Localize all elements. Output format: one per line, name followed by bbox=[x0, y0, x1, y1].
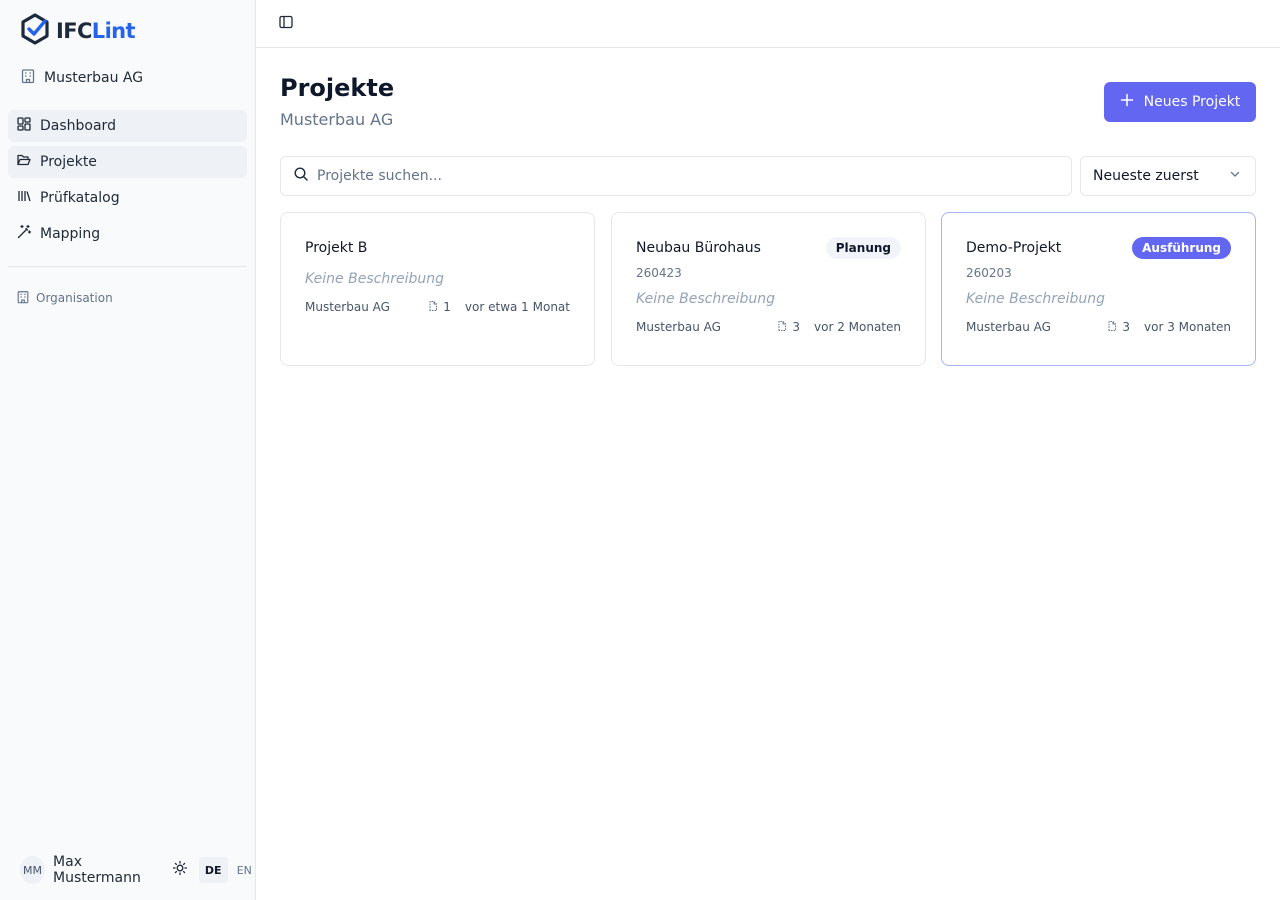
search-input[interactable] bbox=[317, 158, 1071, 194]
plus-icon bbox=[1120, 93, 1134, 111]
search-box bbox=[280, 156, 1072, 196]
project-name: Demo-Projekt bbox=[966, 240, 1062, 256]
logo-text: IFCLint bbox=[56, 19, 136, 43]
new-project-button[interactable]: Neues Projekt bbox=[1104, 82, 1256, 122]
sidebar-item-mapping[interactable]: Mapping bbox=[8, 218, 247, 250]
card-header: Projekt B bbox=[305, 237, 570, 259]
file-model-icon bbox=[427, 300, 439, 315]
sort-selected-value: Neueste zuerst bbox=[1093, 168, 1199, 184]
card-footer: Musterbau AG 3 vor 3 Monaten bbox=[966, 319, 1231, 335]
project-org: Musterbau AG bbox=[966, 320, 1051, 334]
status-badge: Planung bbox=[825, 237, 901, 259]
language-en-button[interactable]: EN bbox=[234, 857, 255, 883]
file-model-icon bbox=[1106, 320, 1118, 335]
sidebar-item-label: Dashboard bbox=[40, 118, 116, 134]
sidebar-item-label: Prüfkatalog bbox=[40, 190, 120, 206]
status-badge: Ausführung bbox=[1132, 237, 1231, 259]
dashboard-icon bbox=[16, 116, 32, 136]
sidebar-toggle-button[interactable] bbox=[276, 12, 296, 36]
file-model-icon bbox=[776, 320, 788, 335]
project-description: Keine Beschreibung bbox=[636, 291, 775, 307]
card-footer: Musterbau AG 3 vor 2 Monaten bbox=[636, 319, 901, 335]
updated-time: vor 3 Monaten bbox=[1144, 320, 1231, 334]
project-description: Keine Beschreibung bbox=[966, 291, 1105, 307]
model-count: 3 bbox=[1122, 320, 1130, 334]
building-icon bbox=[16, 290, 30, 307]
project-org: Musterbau AG bbox=[636, 320, 721, 334]
user-name[interactable]: Max Mustermann bbox=[53, 854, 161, 886]
sidebar-item-label: Projekte bbox=[40, 154, 97, 170]
sidebar-divider bbox=[8, 266, 247, 267]
sidebar: IFCLint Musterbau AG Dashboard Projekte … bbox=[0, 0, 256, 900]
folder-open-icon bbox=[16, 152, 32, 172]
project-card[interactable]: Projekt B Keine Beschreibung Musterbau A… bbox=[280, 212, 595, 366]
app-logo[interactable]: IFCLint bbox=[20, 13, 136, 49]
card-footer: Musterbau AG 1 vor etwa 1 Monat bbox=[305, 299, 570, 315]
panel-left-icon bbox=[278, 14, 294, 34]
card-header: Neubau Bürohaus Planung bbox=[636, 237, 901, 259]
updated-time: vor 2 Monaten bbox=[814, 320, 901, 334]
sidebar-item-projekte[interactable]: Projekte bbox=[8, 146, 247, 178]
model-count: 1 bbox=[443, 300, 451, 314]
project-name: Projekt B bbox=[305, 240, 368, 256]
library-icon bbox=[16, 188, 32, 208]
card-header: Demo-Projekt Ausführung bbox=[966, 237, 1231, 259]
avatar[interactable]: MM bbox=[20, 856, 46, 884]
page-title: Projekte bbox=[280, 74, 395, 102]
project-number: 260203 bbox=[966, 266, 1012, 280]
org-name: Musterbau AG bbox=[44, 70, 144, 86]
updated-time: vor etwa 1 Monat bbox=[464, 300, 570, 314]
sidebar-nav: Dashboard Projekte Prüfkatalog Mapping bbox=[8, 110, 247, 254]
sun-icon bbox=[172, 860, 188, 880]
project-name: Neubau Bürohaus bbox=[636, 240, 761, 256]
search-icon bbox=[293, 166, 309, 186]
logo-hexagon-check-icon bbox=[20, 13, 50, 49]
sidebar-item-organisation[interactable]: Organisation bbox=[16, 288, 113, 308]
project-number: 260423 bbox=[636, 266, 682, 280]
top-bar bbox=[256, 0, 1280, 48]
chevron-down-icon bbox=[1229, 168, 1241, 184]
page-subtitle: Musterbau AG bbox=[280, 110, 394, 129]
project-description: Keine Beschreibung bbox=[305, 271, 444, 287]
language-de-button[interactable]: DE bbox=[198, 857, 228, 883]
building-icon bbox=[20, 68, 36, 88]
sidebar-footer: MM Max Mustermann DE EN bbox=[20, 854, 255, 886]
model-count: 3 bbox=[792, 320, 800, 334]
theme-toggle-button[interactable] bbox=[169, 858, 190, 882]
sidebar-item-pruefkatalog[interactable]: Prüfkatalog bbox=[8, 182, 247, 214]
wand-icon bbox=[16, 224, 32, 244]
sidebar-item-label: Organisation bbox=[36, 291, 113, 305]
sidebar-item-label: Mapping bbox=[40, 226, 101, 242]
project-org: Musterbau AG bbox=[305, 300, 390, 314]
project-card[interactable]: Demo-Projekt Ausführung 260203 Keine Bes… bbox=[941, 212, 1256, 366]
sidebar-item-dashboard[interactable]: Dashboard bbox=[8, 110, 247, 142]
project-card[interactable]: Neubau Bürohaus Planung 260423 Keine Bes… bbox=[611, 212, 926, 366]
sort-select[interactable]: Neueste zuerst bbox=[1080, 156, 1256, 196]
new-project-label: Neues Projekt bbox=[1143, 94, 1241, 110]
org-switcher[interactable]: Musterbau AG bbox=[20, 66, 143, 90]
